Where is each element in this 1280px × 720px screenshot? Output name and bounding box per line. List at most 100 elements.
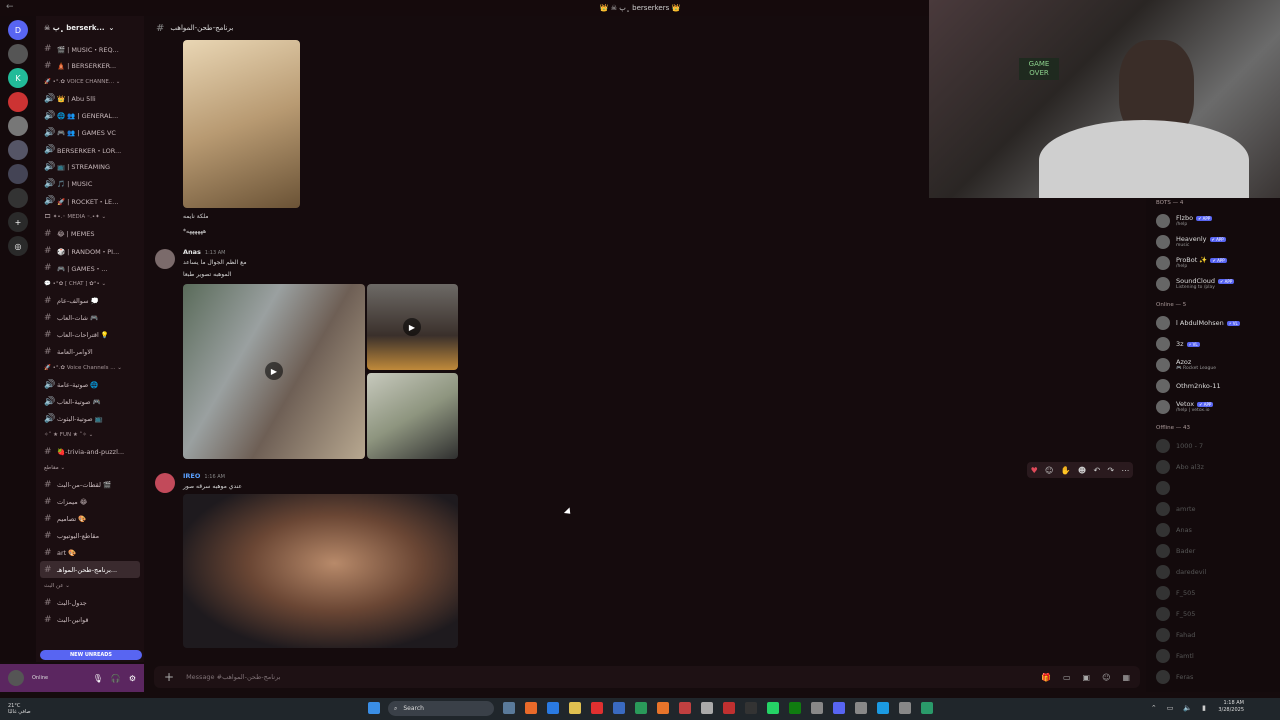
laugh-reaction-icon[interactable]: ☺ [1045,466,1053,475]
channel-item[interactable]: 🔊 📺 | STREAMING [36,158,144,175]
play-icon[interactable]: ▶ [265,362,283,380]
channel-item[interactable]: # سوالف-عام 💭 [36,292,144,309]
image-attachment[interactable] [183,494,458,648]
channel-category[interactable]: 🚀 •°.✿ VOICE CHANNE... ⌄ [36,74,144,90]
taskbar-app-icon[interactable] [723,702,735,714]
channel-item[interactable]: # اقتراحات-العاب 💡 [36,326,144,343]
channel-item[interactable]: 🔊 🌐 👥 | GENERAL... [36,107,144,124]
avatar[interactable] [155,249,175,269]
gear-icon[interactable]: ⚙ [129,674,136,683]
member-item[interactable]: Fahad [1146,624,1280,645]
server-icon[interactable] [8,116,28,136]
channel-item[interactable]: # 🍓-trivia-and-puzzl... [36,443,144,460]
microphone-icon[interactable]: 🎙 [93,674,103,683]
channel-item[interactable]: # لقطات-من-البث 🎬 [36,476,144,493]
avatar[interactable] [8,670,24,686]
taskbar-app-icon[interactable] [613,702,625,714]
hand-reaction-icon[interactable]: ✋ [1061,466,1071,475]
member-item[interactable]: Anas [1146,519,1280,540]
message-input[interactable]: Message #برنامج-طحن-المواهب [186,673,280,681]
member-item[interactable]: 3z ⚡ VL [1146,333,1280,354]
member-item[interactable]: Othm2nko-11 [1146,375,1280,396]
channel-category[interactable]: عن البث ⌄ [36,578,144,594]
member-item[interactable]: amrte [1146,498,1280,519]
channel-category[interactable]: مقاطع ⌄ [36,460,144,476]
taskbar-app-icon[interactable] [833,702,845,714]
taskbar-app-icon[interactable] [569,702,581,714]
server-icon[interactable] [8,140,28,160]
message-author[interactable]: IREO 1:16 AM [183,472,225,480]
reply-icon[interactable]: ↶ [1093,466,1100,475]
taskbar-app-icon[interactable] [525,702,537,714]
taskbar-app-icon[interactable] [591,702,603,714]
channel-item[interactable]: 🔊 👑 | Abu 5lli [36,90,144,107]
server-icon[interactable] [8,164,28,184]
heart-reaction-icon[interactable]: ♥ [1031,466,1038,475]
taskbar-app-icon[interactable] [921,702,933,714]
channel-item[interactable]: # جدول-البث [36,594,144,611]
headphones-icon[interactable]: 🎧 [111,674,121,683]
image-attachment[interactable] [183,40,300,208]
taskbar-app-icon[interactable] [855,702,867,714]
channel-item[interactable]: # ميمزات 😂 [36,493,144,510]
back-arrow-icon[interactable]: ← [6,2,14,12]
message-author[interactable]: Anas 1:13 AM [183,248,225,256]
server-icon[interactable] [8,92,28,112]
emoji-icon[interactable]: ☺ [1102,673,1110,682]
member-item[interactable]: Famtl [1146,645,1280,666]
taskbar-app-icon[interactable] [745,702,757,714]
member-item[interactable]: 1000 - 7 [1146,435,1280,456]
taskbar-app-icon[interactable] [811,702,823,714]
channel-category[interactable]: 💬 •°✿ [ CHAT ] ✿°• ⌄ [36,276,144,292]
clock[interactable]: 1:18 AM 3/28/2025 [1218,700,1244,714]
member-item[interactable] [1146,477,1280,498]
video-attachment[interactable]: ▶ [183,284,365,459]
windows-start-icon[interactable] [368,702,380,714]
member-item[interactable]: Vetox ✔ APP/help | vetox.io [1146,396,1280,417]
member-item[interactable]: Heavenly ✔ APP music [1146,231,1280,252]
channel-item[interactable]: # قوانين-البث [36,611,144,628]
image-attachment[interactable] [367,373,458,459]
apps-icon[interactable]: ▦ [1122,673,1130,682]
taskbar-app-icon[interactable] [503,702,515,714]
member-item[interactable]: ProBot ✨ ✔ APP/help [1146,252,1280,273]
channel-item[interactable]: # 🎮 | GAMES・... [36,259,144,276]
taskbar-app-icon[interactable] [657,702,669,714]
channel-item[interactable]: # art 🎨 [36,544,144,561]
member-item[interactable]: Azoz 🎮 Rocket League [1146,354,1280,375]
guild-header[interactable]: ☠ ﮼پ berserk... ⌄ [36,16,144,40]
network-icon[interactable]: ▭ [1167,704,1174,712]
gift-icon[interactable]: 🎁 [1041,673,1051,682]
taskbar-app-icon[interactable] [679,702,691,714]
server-icon[interactable]: ◎ [8,236,28,256]
channel-item[interactable]: # شات-العاب 🎮 [36,309,144,326]
taskbar-app-icon[interactable] [877,702,889,714]
server-icon[interactable]: K [8,68,28,88]
taskbar-app-icon[interactable] [547,702,559,714]
search-box[interactable]: ⌕ Search [388,701,494,716]
channel-item[interactable]: 🔊 صوتية-العاب 🎮 [36,393,144,410]
channel-item[interactable]: # الاوامر-العامة [36,343,144,360]
channel-item[interactable]: 🔊 صوتية-البثوث 📺 [36,410,144,427]
channel-category[interactable]: 🎞 ✦•.◦ MEDIA ◦.•✦ ⌄ [36,209,144,225]
server-icon[interactable] [8,188,28,208]
channel-item[interactable]: 🔊 🚀 | ROCKET・LE... [36,192,144,209]
member-item[interactable]: daredevil [1146,561,1280,582]
weather-widget[interactable]: 21°C صافي غالبًا [8,703,31,715]
sticker-icon[interactable]: ▣ [1083,673,1091,682]
avatar[interactable] [155,473,175,493]
chevron-up-icon[interactable]: ⌃ [1151,704,1157,712]
member-item[interactable]: Flzbo ✔ APP/help [1146,210,1280,231]
server-icon[interactable]: D [8,20,28,40]
channel-category[interactable]: ✧˚ ★ FUN ★ ˚✧ ⌄ [36,427,144,443]
member-item[interactable]: Bader [1146,540,1280,561]
taskbar-app-icon[interactable] [701,702,713,714]
channel-item[interactable]: # 🎬 | MUSIC・REQ... [36,40,144,57]
channel-item[interactable]: # مقاطع-اليوتيوب [36,527,144,544]
member-item[interactable]: Abo al3z [1146,456,1280,477]
forward-icon[interactable]: ↷ [1107,466,1114,475]
taskbar-app-icon[interactable] [767,702,779,714]
channel-item[interactable]: 🔊 BERSERKER・LOR... [36,141,144,158]
add-reaction-icon[interactable]: ☻ [1078,466,1086,475]
channel-item[interactable]: # 🛕 | BERSERKER... [36,57,144,74]
